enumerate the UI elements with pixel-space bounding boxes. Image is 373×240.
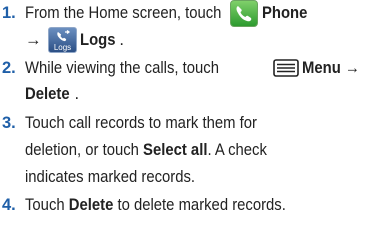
step-3-line-1-text: Touch call records to mark them for [25,114,257,132]
step-3-line-2-pre: deletion, or touch [25,141,144,159]
step-4-number: 4. [2,196,16,214]
step-3-line-3-text: indicates marked records. [25,168,196,186]
step-2-period: . [74,85,80,103]
step-4-pre: Touch [25,196,69,214]
instruction-list: 1. From the Home screen, touch Phone → L… [0,0,373,240]
step-4-post: to delete marked records. [113,196,286,214]
step-2-text: While viewing the calls, touch [25,59,219,77]
phone-icon [230,0,258,27]
logs-icon-caption: Logs [53,43,72,52]
step-1-text: From the Home screen, touch [25,4,222,22]
phone-label: Phone [262,4,308,22]
step-3-line-2-post: . A check [207,141,267,159]
select-all-label: Select all [143,141,208,159]
step-1-period: . [119,31,125,49]
logs-label: Logs [80,31,116,49]
menu-icon [273,59,299,77]
delete-label: Delete [25,85,70,103]
menu-label: Menu → [302,59,360,77]
step-1-number: 1. [2,4,16,22]
step-4-delete-label: Delete [68,196,114,214]
step-3-number: 3. [2,114,16,132]
step-2-number: 2. [2,59,16,77]
arrow-glyph: → [25,31,42,49]
logs-icon: Logs [48,27,77,53]
